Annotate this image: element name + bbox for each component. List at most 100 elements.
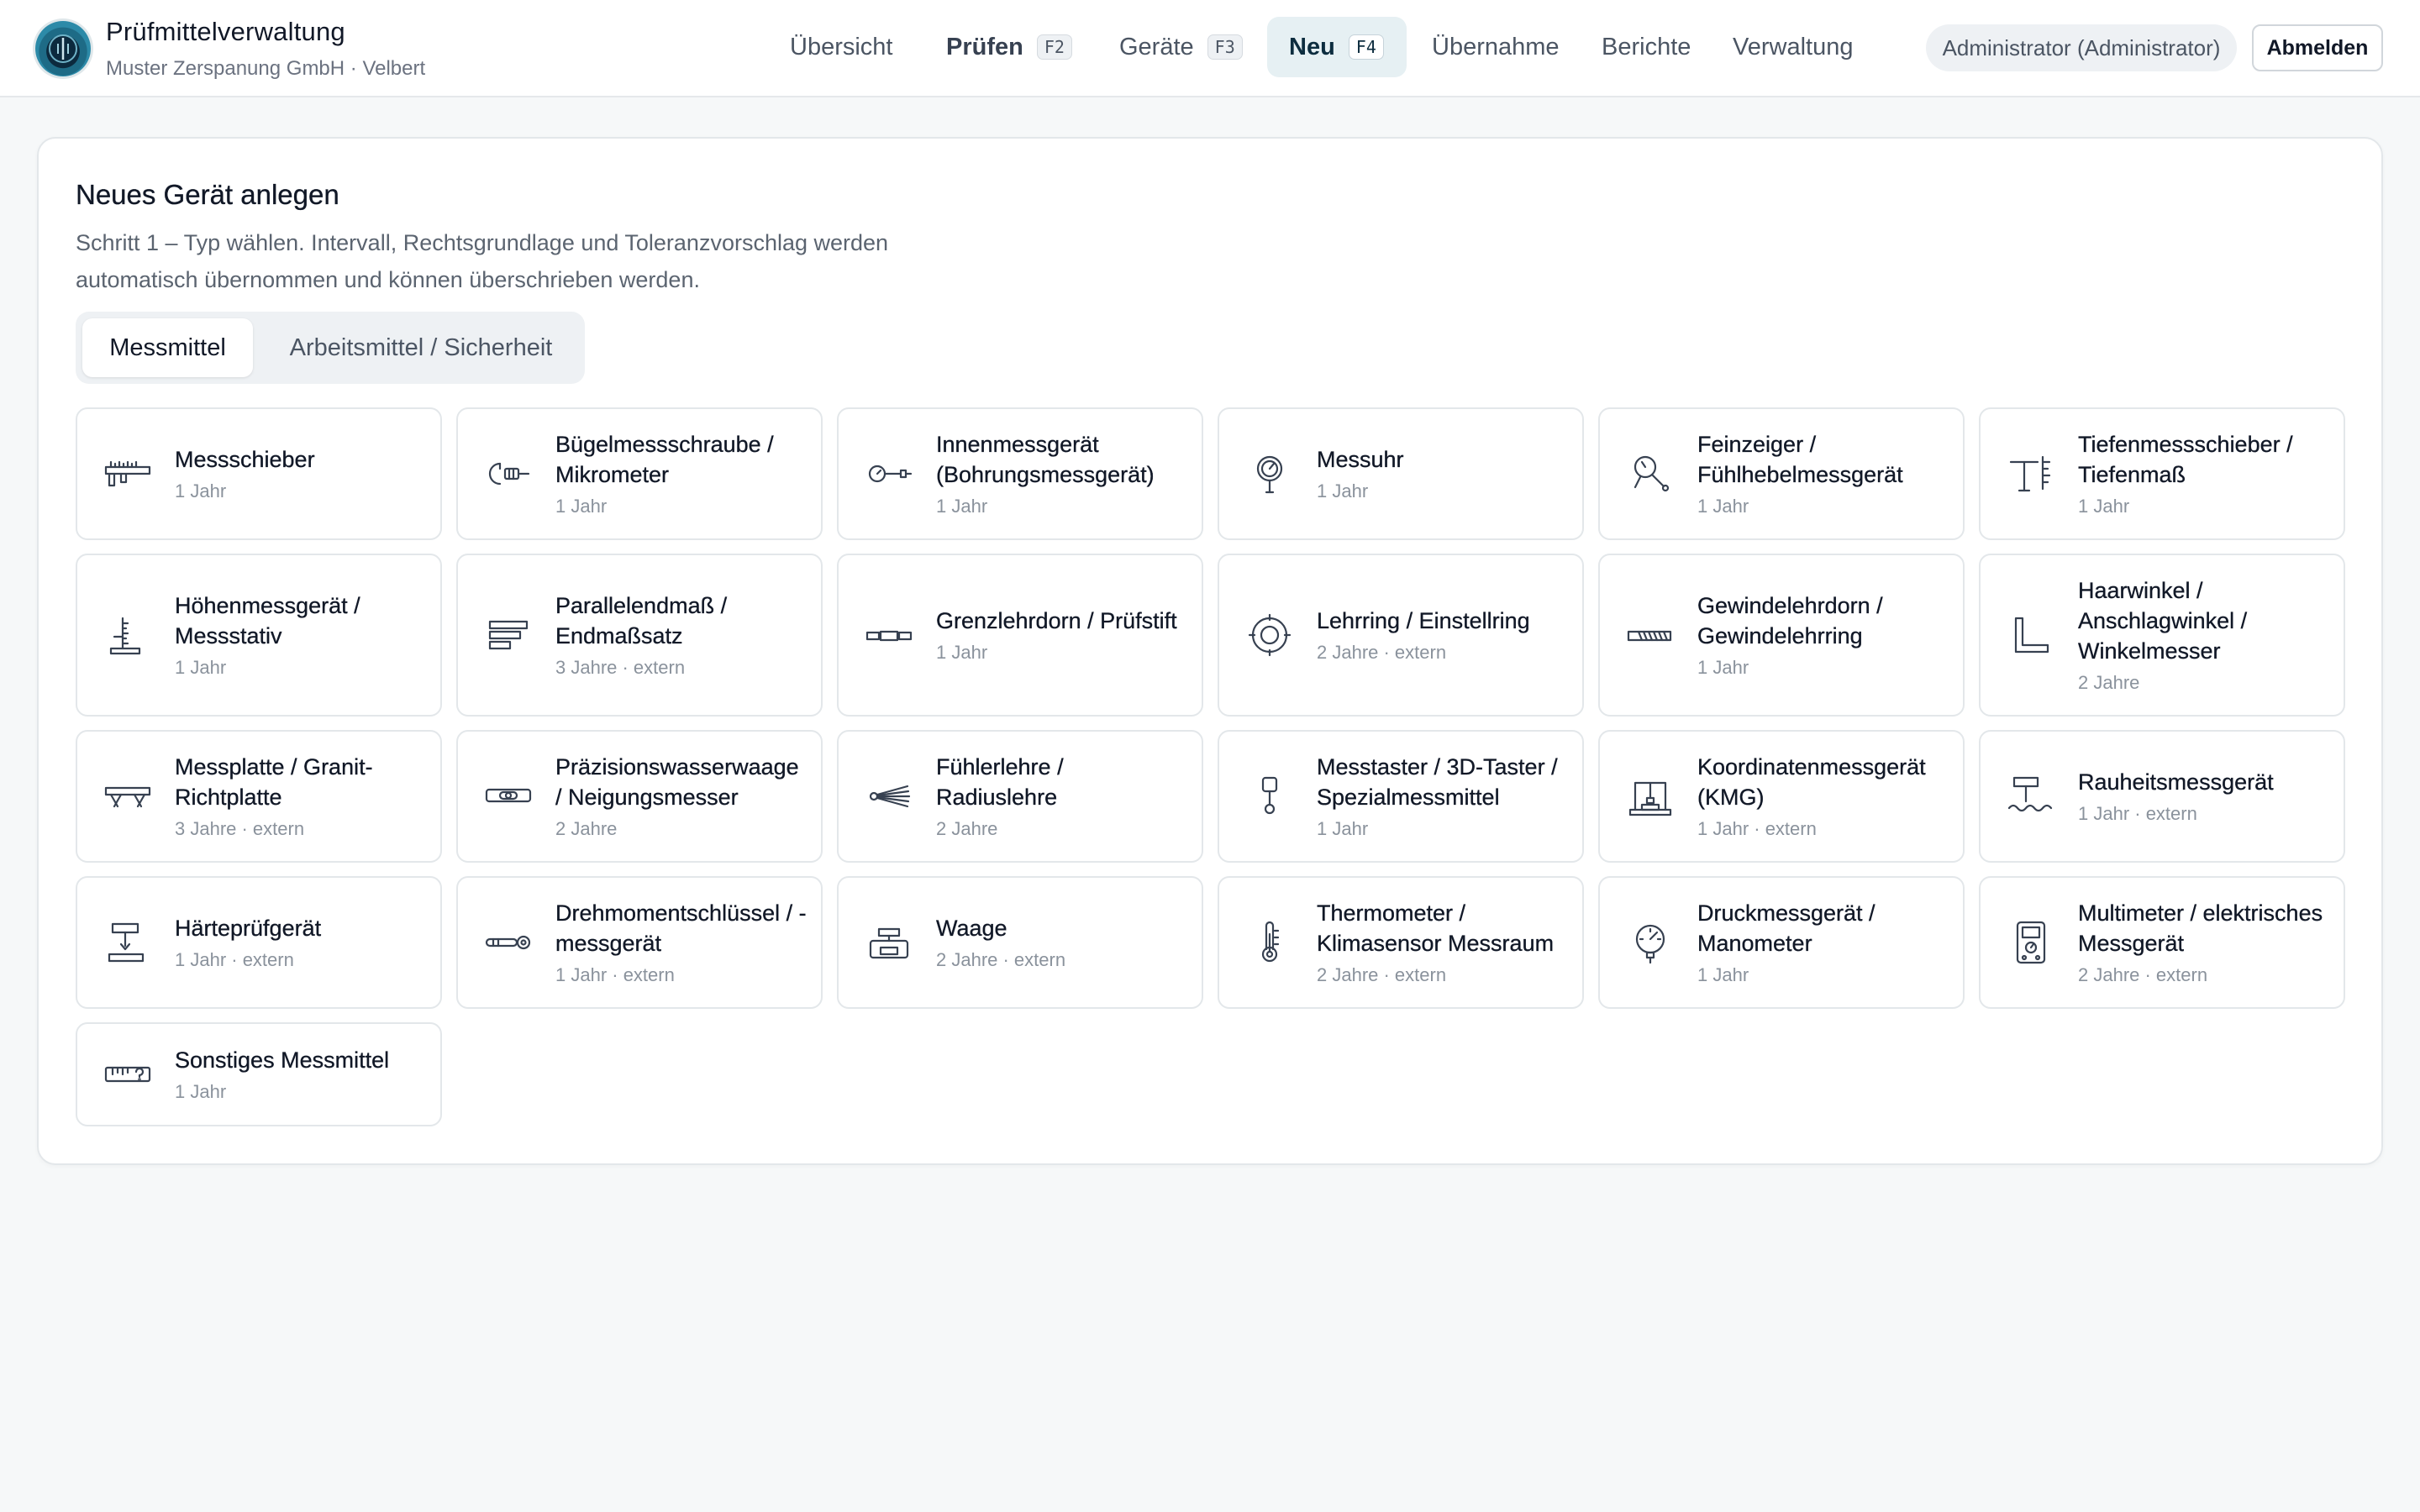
- nav-item-label: Übersicht: [790, 33, 893, 60]
- device-type-tile[interactable]: Sonstiges Messmittel 1 Jahr: [76, 1022, 442, 1126]
- device-type-name: Multimeter / elektrisches Messgerät: [2078, 900, 2323, 956]
- cmm-icon: [1623, 769, 1677, 823]
- device-type-tile[interactable]: Präzisionswasserwaage / Neigungsmesser 2 …: [456, 730, 823, 863]
- height-gauge-icon: [101, 608, 155, 662]
- depth-gauge-icon: [2004, 447, 2058, 501]
- device-type-name: Messuhr: [1317, 447, 1404, 472]
- device-type-tile[interactable]: Drehmomentschlüssel / -messgerät 1 Jahr ·…: [456, 876, 823, 1009]
- device-type-interval: 1 Jahr: [2078, 496, 2130, 517]
- nav-item-berichte[interactable]: Berichte: [1602, 17, 1691, 77]
- top-navigation-bar: Prüfmittelverwaltung Muster Zerspanung G…: [0, 0, 2420, 97]
- device-type-name: Thermometer / Klimasensor Messraum: [1317, 900, 1555, 956]
- nav-item-uebernahme[interactable]: Übernahme: [1432, 17, 1560, 77]
- device-type-tile[interactable]: Waage 2 Jahre · extern: [837, 876, 1203, 1009]
- device-type-tile[interactable]: Lehrring / Einstellring 2 Jahre · extern: [1218, 554, 1584, 717]
- device-type-tile[interactable]: Bügelmessschraube / Mikrometer 1 Jahr: [456, 407, 823, 540]
- tab-arbeitsmittel-sicherheit[interactable]: Arbeitsmittel / Sicherheit: [264, 318, 578, 377]
- device-type-name: Parallelendmaß / Endmaßsatz: [555, 593, 728, 648]
- device-type-tile[interactable]: Haarwinkel / Anschlagwinkel / Winkelmess…: [1979, 554, 2345, 717]
- device-type-interval: 2 Jahre · extern: [936, 949, 1066, 970]
- shortcut-badge: F4: [1348, 34, 1384, 60]
- device-type-tile[interactable]: Multimeter / elektrisches Messgerät 2 Jah…: [1979, 876, 2345, 1009]
- thermometer-icon: [1243, 916, 1297, 969]
- tab-messmittel[interactable]: Messmittel: [82, 318, 253, 377]
- logout-button[interactable]: Abmelden: [2252, 24, 2383, 71]
- nav-item-pruefen[interactable]: Prüfen F2: [946, 17, 1072, 77]
- probe-icon: [1243, 769, 1297, 823]
- device-type-interval: 1 Jahr: [1697, 657, 1749, 678]
- device-type-text: Drehmomentschlüssel / -messgerät 1 Jahr ·…: [555, 898, 808, 987]
- device-type-tile[interactable]: Druckmessgerät / Manometer 1 Jahr: [1598, 876, 1965, 1009]
- page-title: Neues Gerät anlegen: [76, 179, 339, 210]
- nav-item-verwaltung[interactable]: Verwaltung: [1733, 17, 1854, 77]
- nav-item-label: Berichte: [1602, 33, 1691, 60]
- ring-gauge-icon: [1243, 608, 1297, 662]
- device-type-interval: 1 Jahr · extern: [1697, 818, 1817, 839]
- device-type-name: Messplatte / Granit-Richtplatte: [175, 754, 373, 810]
- nav-item-geraete[interactable]: Geräte F3: [1119, 17, 1243, 77]
- device-type-text: Fühlerlehre / Radiuslehre 2 Jahre: [936, 752, 1188, 841]
- device-type-text: Parallelendmaß / Endmaßsatz 3 Jahre · ext…: [555, 591, 808, 680]
- device-type-tile[interactable]: Tiefenmessschieber / Tiefenmaß 1 Jahr: [1979, 407, 2345, 540]
- nav-item-label: Neu: [1289, 33, 1335, 60]
- device-type-name: Rauheitsmessgerät: [2078, 769, 2274, 795]
- device-type-tile[interactable]: Parallelendmaß / Endmaßsatz 3 Jahre · ext…: [456, 554, 823, 717]
- device-type-name: Drehmomentschlüssel / -messgerät: [555, 900, 807, 956]
- device-type-tile[interactable]: Innenmessgerät (Bohrungsmessgerät) 1 Jahr: [837, 407, 1203, 540]
- nav-item-label: Geräte: [1119, 33, 1194, 60]
- device-type-text: Härteprüfgerät 1 Jahr · extern: [175, 913, 427, 972]
- device-type-name: Messtaster / 3D-Taster / Spezialmessmitt…: [1317, 754, 1558, 810]
- device-type-interval: 1 Jahr: [1317, 480, 1369, 501]
- shortcut-badge: F3: [1207, 34, 1243, 60]
- device-type-interval: 3 Jahre · extern: [175, 818, 305, 839]
- device-type-tile[interactable]: Grenzlehrdorn / Prüfstift 1 Jahr: [837, 554, 1203, 717]
- page-description: Schritt 1 – Typ wählen. Intervall, Recht…: [76, 230, 889, 292]
- device-type-name: Lehrring / Einstellring: [1317, 608, 1530, 633]
- device-type-interval: 3 Jahre · extern: [555, 657, 686, 678]
- lever-indicator-icon: [1623, 447, 1677, 501]
- device-type-text: Messschieber 1 Jahr: [175, 444, 427, 503]
- device-type-name: Härteprüfgerät: [175, 916, 322, 941]
- device-type-tile[interactable]: Höhenmessgerät / Messstativ 1 Jahr: [76, 554, 442, 717]
- device-type-tile[interactable]: Koordinatenmessgerät (KMG) 1 Jahr · exter…: [1598, 730, 1965, 863]
- device-type-tile[interactable]: Messplatte / Granit-Richtplatte 3 Jahre ·…: [76, 730, 442, 863]
- device-type-interval: 1 Jahr: [936, 642, 988, 663]
- device-type-text: Innenmessgerät (Bohrungsmessgerät) 1 Jahr: [936, 429, 1188, 518]
- device-type-tile[interactable]: Härteprüfgerät 1 Jahr · extern: [76, 876, 442, 1009]
- device-type-tile[interactable]: Fühlerlehre / Radiuslehre 2 Jahre: [837, 730, 1203, 863]
- device-type-text: Messtaster / 3D-Taster / Spezialmessmitt…: [1317, 752, 1569, 841]
- nav-item-label: Übernahme: [1432, 33, 1560, 60]
- device-type-tile[interactable]: Messuhr 1 Jahr: [1218, 407, 1584, 540]
- device-type-tile[interactable]: Gewindelehrdorn / Gewindelehrring 1 Jahr: [1598, 554, 1965, 717]
- current-user-badge: Administrator (Administrator): [1926, 24, 2237, 71]
- device-type-interval: 2 Jahre: [936, 818, 998, 839]
- device-type-name: Tiefenmessschieber / Tiefenmaß: [2078, 432, 2293, 487]
- nav-item-uebersicht[interactable]: Übersicht: [790, 17, 893, 77]
- device-type-name: Feinzeiger / Fühlhebelmessgerät: [1697, 432, 1903, 487]
- device-type-text: Tiefenmessschieber / Tiefenmaß 1 Jahr: [2078, 429, 2330, 518]
- device-type-name: Waage: [936, 916, 1007, 941]
- nav-item-neu[interactable]: Neu F4: [1267, 17, 1407, 77]
- device-type-interval: 1 Jahr: [175, 657, 227, 678]
- device-type-tile[interactable]: Feinzeiger / Fühlhebelmessgerät 1 Jahr: [1598, 407, 1965, 540]
- device-type-interval: 1 Jahr: [1697, 496, 1749, 517]
- device-type-name: Bügelmessschraube / Mikrometer: [555, 432, 774, 487]
- device-type-name: Sonstiges Messmittel: [175, 1047, 390, 1073]
- torque-wrench-icon: [481, 916, 535, 969]
- feeler-gauge-icon: [862, 769, 916, 823]
- bore-gauge-icon: [862, 447, 916, 501]
- nav-item-label: Verwaltung: [1733, 33, 1854, 60]
- device-type-text: Feinzeiger / Fühlhebelmessgerät 1 Jahr: [1697, 429, 1949, 518]
- device-type-tile[interactable]: Messtaster / 3D-Taster / Spezialmessmitt…: [1218, 730, 1584, 863]
- device-type-interval: 1 Jahr: [555, 496, 608, 517]
- device-type-tile[interactable]: Rauheitsmessgerät 1 Jahr · extern: [1979, 730, 2345, 863]
- device-type-text: Waage 2 Jahre · extern: [936, 913, 1188, 972]
- device-type-text: Thermometer / Klimasensor Messraum 2 Jahr…: [1317, 898, 1569, 987]
- nav-item-label: Prüfen: [946, 33, 1023, 60]
- device-type-tile[interactable]: Thermometer / Klimasensor Messraum 2 Jahr…: [1218, 876, 1584, 1009]
- square-icon: [2004, 608, 2058, 662]
- device-type-name: Druckmessgerät / Manometer: [1697, 900, 1876, 956]
- surface-plate-icon: [101, 769, 155, 823]
- scale-icon: [862, 916, 916, 969]
- device-type-tile[interactable]: Messschieber 1 Jahr: [76, 407, 442, 540]
